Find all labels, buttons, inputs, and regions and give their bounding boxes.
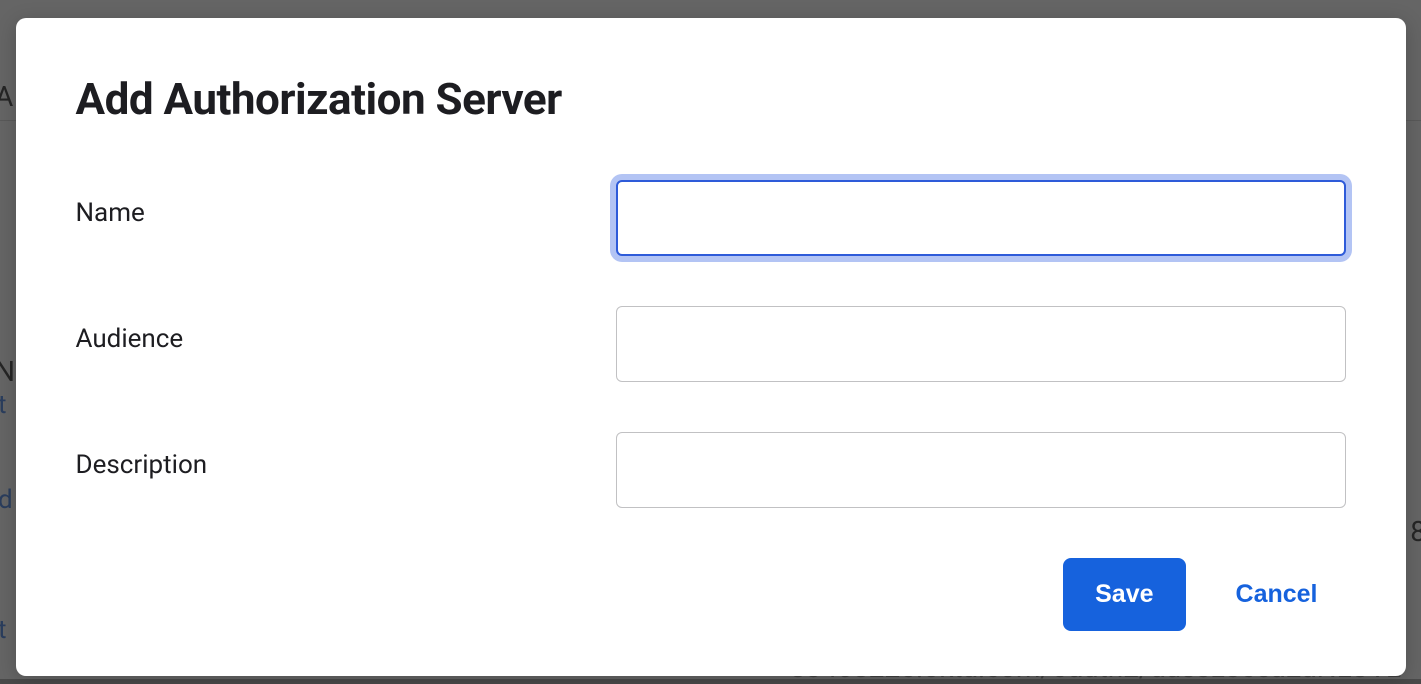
modal-overlay[interactable]: Add Authorization Server Name Audience D… bbox=[0, 0, 1421, 679]
form-row-description: Description bbox=[76, 432, 1346, 508]
form-row-audience: Audience bbox=[76, 306, 1346, 382]
form-row-name: Name bbox=[76, 180, 1346, 256]
description-input-wrap bbox=[616, 432, 1346, 508]
audience-label: Audience bbox=[76, 306, 616, 354]
name-input-wrap bbox=[616, 180, 1346, 256]
cancel-button[interactable]: Cancel bbox=[1236, 580, 1318, 609]
add-authorization-server-modal: Add Authorization Server Name Audience D… bbox=[16, 18, 1406, 676]
modal-title: Add Authorization Server bbox=[76, 73, 1346, 125]
save-button[interactable]: Save bbox=[1063, 558, 1185, 631]
audience-input-wrap bbox=[616, 306, 1346, 382]
audience-input[interactable] bbox=[616, 306, 1346, 382]
name-label: Name bbox=[76, 180, 616, 228]
description-label: Description bbox=[76, 432, 616, 480]
modal-actions: Save Cancel bbox=[76, 558, 1346, 631]
description-input[interactable] bbox=[616, 432, 1346, 508]
name-input[interactable] bbox=[616, 180, 1346, 256]
